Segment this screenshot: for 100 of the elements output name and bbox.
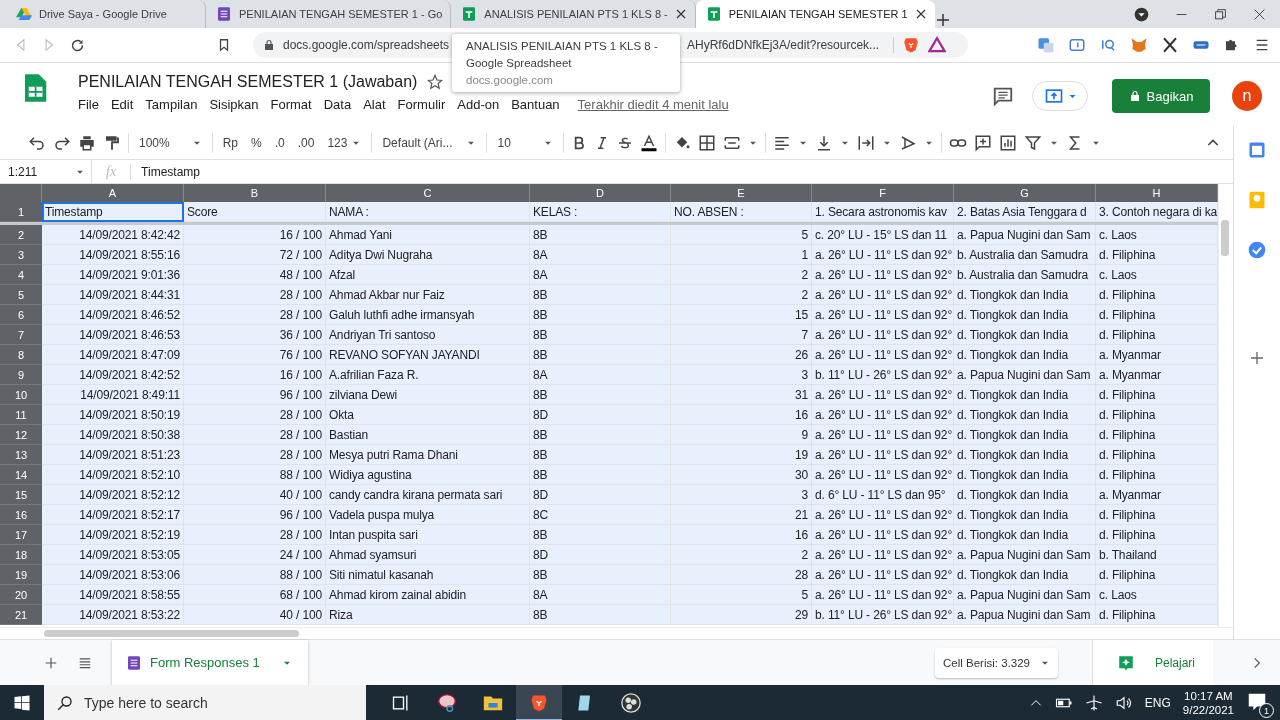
table-cell: 68 / 100 <box>184 585 326 605</box>
menu-item[interactable]: Alat <box>357 95 392 114</box>
table-cell: d. Tiongkok dan India <box>954 565 1096 585</box>
row-header[interactable]: 14 <box>0 465 42 485</box>
row-header[interactable]: 18 <box>0 545 42 565</box>
table-cell: 3 <box>671 485 812 505</box>
menu-item[interactable]: Sisipkan <box>203 95 265 114</box>
font-size-dropdown[interactable]: 10 <box>494 133 556 152</box>
user-avatar[interactable]: n <box>1232 81 1262 111</box>
zoom-dropdown[interactable]: 100% <box>136 133 205 152</box>
font-dropdown[interactable]: Default (Ari... <box>379 133 480 152</box>
row-header[interactable]: 7 <box>0 325 42 345</box>
column-header[interactable]: F <box>812 184 954 202</box>
browser-tab[interactable]: PENILAIAN TENGAH SEMESTER 1 <box>695 0 935 28</box>
menu-item[interactable]: Edit <box>104 95 140 114</box>
row-header[interactable]: 2 <box>0 225 42 245</box>
row-header[interactable]: 12 <box>0 425 42 445</box>
share-button[interactable]: Bagikan <box>1112 79 1210 113</box>
table-cell: d. 6° LU - 11° LS dan 95° <box>812 485 954 505</box>
menu-item[interactable]: Formulir <box>391 95 452 114</box>
menu-item[interactable]: Data <box>317 95 358 114</box>
row-header[interactable]: 16 <box>0 505 42 525</box>
table-cell: 8C <box>530 505 671 525</box>
table-cell: 1 <box>671 245 812 265</box>
document-title[interactable]: PENILAIAN TENGAH SEMESTER 1 (Jawaban) <box>78 73 418 91</box>
last-edit-link[interactable]: Terakhir diedit 4 menit lalu <box>577 97 729 112</box>
row-header[interactable]: 8 <box>0 345 42 365</box>
currency-button[interactable]: Rp <box>219 133 242 152</box>
browser-tab[interactable]: ANALISIS PENILAIAN PTS 1 KLS 8 - <box>451 0 696 28</box>
menu-item[interactable]: Format <box>264 95 318 114</box>
row-header[interactable]: 6 <box>0 305 42 325</box>
table-cell: Okta <box>326 405 530 425</box>
sheet-tab[interactable]: Form Responses 1 <box>112 640 308 685</box>
column-header[interactable]: G <box>954 184 1096 202</box>
table-cell: 29 <box>671 605 812 625</box>
row-header[interactable]: 1 <box>0 202 42 222</box>
function-label: fx <box>92 163 132 180</box>
table-cell: a. Papua Nugini dan Sam <box>954 585 1096 605</box>
table-cell: REVANO SOFYAN JAYANDI <box>326 345 530 365</box>
row-header[interactable]: 21 <box>0 605 42 625</box>
column-header[interactable]: B <box>184 184 326 202</box>
column-header[interactable]: A <box>42 184 184 202</box>
column-header[interactable]: C <box>326 184 530 202</box>
table-cell: b. 11° LU - 26° LS dan 92° <box>812 605 954 625</box>
table-cell: Siti nimatul kasanah <box>326 565 530 585</box>
table-cell: c. Laos <box>1096 585 1218 605</box>
formula-input[interactable]: Timestamp <box>131 164 200 179</box>
browser-tab[interactable]: Drive Saya - Google Drive <box>6 0 206 28</box>
row-header[interactable]: 3 <box>0 245 42 265</box>
table-cell: Ahmad syamsuri <box>326 545 530 565</box>
column-header[interactable]: E <box>671 184 812 202</box>
table-cell: KELAS : <box>530 202 671 222</box>
table-cell: 30 <box>671 465 812 485</box>
table-cell: 31 <box>671 385 812 405</box>
row-header[interactable]: 10 <box>0 385 42 405</box>
table-cell: 14/09/2021 8:51:23 <box>42 445 184 465</box>
table-cell: 2 <box>671 265 812 285</box>
row-header[interactable]: 9 <box>0 365 42 385</box>
search-field[interactable]: Type here to search <box>44 685 366 720</box>
explore-button[interactable]: Pelajari <box>1091 640 1213 685</box>
clock[interactable]: 10:17 AM 9/22/2021 <box>1182 690 1234 716</box>
number-format-dropdown[interactable]: 123 <box>324 133 365 152</box>
table-cell: a. Papua Nugini dan Sam <box>954 605 1096 625</box>
table-cell: a. 26° LU - 11° LS dan 92° <box>812 305 954 325</box>
row-header[interactable]: 13 <box>0 445 42 465</box>
decrease-decimal-button[interactable]: .0 <box>271 133 288 152</box>
menu-item[interactable]: Bantuan <box>505 95 566 114</box>
table-cell: zilviana Dewi <box>326 385 530 405</box>
column-header[interactable]: D <box>530 184 671 202</box>
range-box[interactable]: 1:211 <box>0 160 92 183</box>
row-header[interactable]: 11 <box>0 405 42 425</box>
column-header[interactable]: H <box>1096 184 1218 202</box>
row-header[interactable]: 4 <box>0 265 42 285</box>
table-cell: a. 26° LU - 11° LS dan 92° <box>812 585 954 605</box>
table-cell: 14/09/2021 8:42:42 <box>42 225 184 245</box>
table-cell: c. Laos <box>1096 265 1218 285</box>
table-cell: 48 / 100 <box>184 265 326 285</box>
table-cell: 8B <box>530 305 671 325</box>
browser-tab[interactable]: PENILAIAN TENGAH SEMESTER 1 - Go <box>206 0 452 28</box>
row-header[interactable]: 5 <box>0 285 42 305</box>
increase-decimal-button[interactable]: .00 <box>294 133 318 152</box>
menu-item[interactable]: File <box>72 95 105 114</box>
table-cell: 19 <box>671 445 812 465</box>
table-cell: 2 <box>671 545 812 565</box>
row-header[interactable]: 15 <box>0 485 42 505</box>
table-cell: 8B <box>530 445 671 465</box>
percent-button[interactable]: % <box>248 133 265 152</box>
table-cell: Intan puspita sari <box>326 525 530 545</box>
table-cell: 28 / 100 <box>184 445 326 465</box>
menu-item[interactable]: Add-on <box>451 95 506 114</box>
row-header[interactable]: 19 <box>0 565 42 585</box>
row-header[interactable]: 20 <box>0 585 42 605</box>
table-cell: 14/09/2021 8:42:52 <box>42 365 184 385</box>
row-header[interactable]: 17 <box>0 525 42 545</box>
menu-item[interactable]: Tampilan <box>139 95 204 114</box>
language-indicator[interactable]: ENG <box>1144 696 1171 710</box>
table-cell: d. Tiongkok dan India <box>954 505 1096 525</box>
summary-dropdown[interactable]: Cell Berisi: 3.329 <box>935 647 1058 678</box>
table-cell: Ahmad Yani <box>326 225 530 245</box>
table-cell: NAMA : <box>326 202 530 222</box>
